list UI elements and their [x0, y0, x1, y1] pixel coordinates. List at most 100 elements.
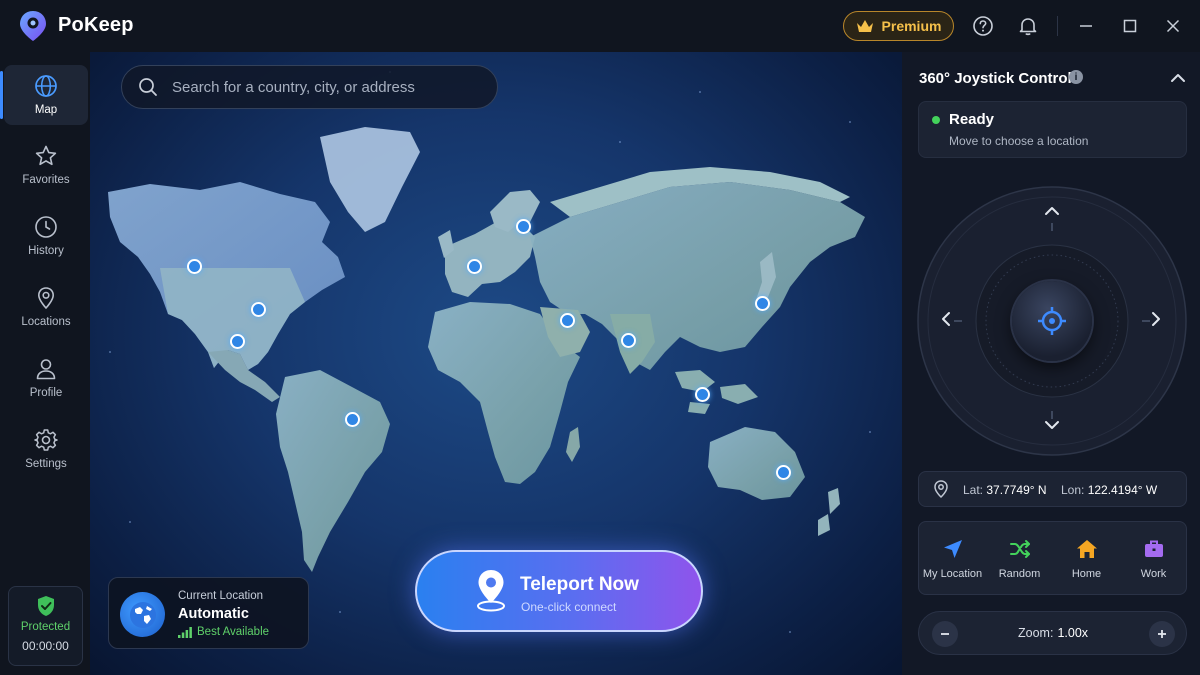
chevron-up-icon[interactable]: [1168, 68, 1188, 88]
map-pin-dubai[interactable]: [560, 313, 575, 328]
minimize-icon[interactable]: [1073, 13, 1099, 39]
connection-quality: Best Available: [178, 626, 269, 638]
longitude: Lon: 122.4194° W: [1061, 483, 1157, 497]
minus-icon: [941, 633, 949, 635]
location-pin-icon: [477, 570, 505, 612]
search-input[interactable]: [172, 78, 472, 96]
globe-icon: [35, 75, 57, 97]
zoom-out-button[interactable]: [932, 621, 958, 647]
map-pin-icon: [37, 287, 55, 310]
sidebar-item-locations[interactable]: Locations: [4, 277, 88, 337]
map-pin-icon: [934, 480, 948, 498]
quick-action-label: My Location: [922, 568, 983, 580]
map-pin-india[interactable]: [621, 333, 636, 348]
joystick-down-button[interactable]: [1038, 411, 1066, 439]
joystick-panel: 360° Joystick Control i Ready Move to ch…: [902, 52, 1200, 675]
clock-icon: [35, 216, 57, 238]
title-bar: PoKeep Premium: [0, 0, 1200, 52]
home-button[interactable]: Home: [1053, 522, 1120, 596]
joystick-up-button[interactable]: [1038, 197, 1066, 225]
longitude-label: Lon:: [1061, 483, 1085, 497]
map-pin-sydney[interactable]: [776, 465, 791, 480]
titlebar-divider: [1057, 16, 1058, 36]
coordinates-readout: Lat: 37.7749° N Lon: 122.4194° W: [918, 471, 1187, 507]
latitude-label: Lat:: [963, 483, 984, 497]
protection-timer: 00:00:00: [22, 639, 69, 653]
sidebar-item-label: Locations: [21, 316, 71, 328]
sidebar-item-profile[interactable]: Profile: [4, 348, 88, 408]
sidebar-item-history[interactable]: History: [4, 206, 88, 266]
zoom-control: Zoom: 1.00x: [918, 611, 1187, 655]
map-pin-singapore[interactable]: [695, 387, 710, 402]
quick-action-label: Random: [998, 568, 1041, 580]
chevron-right-icon: [1152, 312, 1160, 326]
sidebar-item-favorites[interactable]: Favorites: [4, 135, 88, 195]
crosshair-icon: [1038, 307, 1066, 335]
current-location-label: Current Location: [178, 590, 264, 602]
bell-icon[interactable]: [1015, 13, 1041, 39]
shuffle-icon: [1009, 540, 1030, 558]
sidebar-item-label: Settings: [25, 458, 67, 470]
sidebar-item-settings[interactable]: Settings: [4, 419, 88, 479]
zoom-in-button[interactable]: [1149, 621, 1175, 647]
zoom-readout: Zoom: 1.00x: [1018, 626, 1088, 640]
quick-actions: My Location Random Home Work: [918, 521, 1187, 595]
map-pin-chicago[interactable]: [251, 302, 266, 317]
chevron-down-icon: [1045, 421, 1059, 429]
home-icon: [1076, 540, 1097, 558]
my-location-button[interactable]: My Location: [919, 522, 986, 596]
user-icon: [36, 359, 56, 380]
panel-title: 360° Joystick Control: [919, 70, 1072, 87]
star-icon: [35, 145, 57, 166]
protection-label: Protected: [20, 621, 71, 633]
app-logo-icon: [20, 11, 46, 41]
chevron-left-icon: [942, 312, 950, 326]
longitude-value: 122.4194° W: [1087, 483, 1158, 497]
current-location-card[interactable]: Current Location Automatic Best Availabl…: [108, 577, 309, 649]
zoom-value: 1.00x: [1057, 626, 1089, 640]
joystick-knob[interactable]: [1012, 281, 1092, 361]
crown-icon: [856, 20, 873, 32]
premium-button[interactable]: Premium: [843, 11, 954, 41]
teleport-subtitle: One-click connect: [521, 600, 617, 614]
map-pin-brazil[interactable]: [345, 412, 360, 427]
joystick-control[interactable]: [916, 185, 1188, 457]
protection-status: Protected 00:00:00: [8, 586, 83, 666]
sidebar-item-label: Favorites: [22, 174, 70, 186]
info-icon[interactable]: i: [1069, 70, 1083, 84]
zoom-label: Zoom:: [1018, 626, 1054, 640]
teleport-now-button[interactable]: Teleport Now One-click connect: [415, 550, 703, 632]
status-title: Ready: [949, 111, 995, 128]
random-button[interactable]: Random: [986, 522, 1053, 596]
briefcase-icon: [1144, 540, 1163, 557]
chevron-up-icon: [1045, 207, 1059, 215]
navigation-arrow-icon: [943, 540, 962, 558]
shield-check-icon: [37, 596, 54, 616]
status-card: Ready Move to choose a location: [918, 101, 1187, 158]
quick-action-label: Work: [1140, 568, 1167, 580]
joystick-left-button[interactable]: [932, 305, 960, 333]
status-dot: [932, 116, 940, 124]
search-bar[interactable]: [121, 65, 498, 109]
app-title: PoKeep: [58, 14, 134, 36]
globe-icon: [120, 592, 165, 637]
premium-label: Premium: [881, 18, 942, 34]
map-pin-mexico[interactable]: [230, 334, 245, 349]
map-pin-seattle[interactable]: [187, 259, 202, 274]
map-pin-tokyo[interactable]: [755, 296, 770, 311]
joystick-right-button[interactable]: [1142, 305, 1170, 333]
work-button[interactable]: Work: [1120, 522, 1187, 596]
current-location-value: Automatic: [178, 606, 249, 622]
latitude-value: 37.7749° N: [986, 483, 1047, 497]
status-subtitle: Move to choose a location: [949, 134, 1089, 148]
sidebar-item-map[interactable]: Map: [0, 65, 88, 125]
close-icon[interactable]: [1160, 13, 1186, 39]
maximize-icon[interactable]: [1117, 13, 1143, 39]
map-pin-stockholm[interactable]: [516, 219, 531, 234]
gear-icon: [34, 429, 58, 451]
map-pin-paris[interactable]: [467, 259, 482, 274]
world-map[interactable]: Current Location Automatic Best Availabl…: [90, 52, 902, 675]
sidebar-item-label: Map: [34, 104, 58, 116]
help-icon[interactable]: [970, 13, 996, 39]
sidebar-item-label: Profile: [29, 387, 63, 399]
